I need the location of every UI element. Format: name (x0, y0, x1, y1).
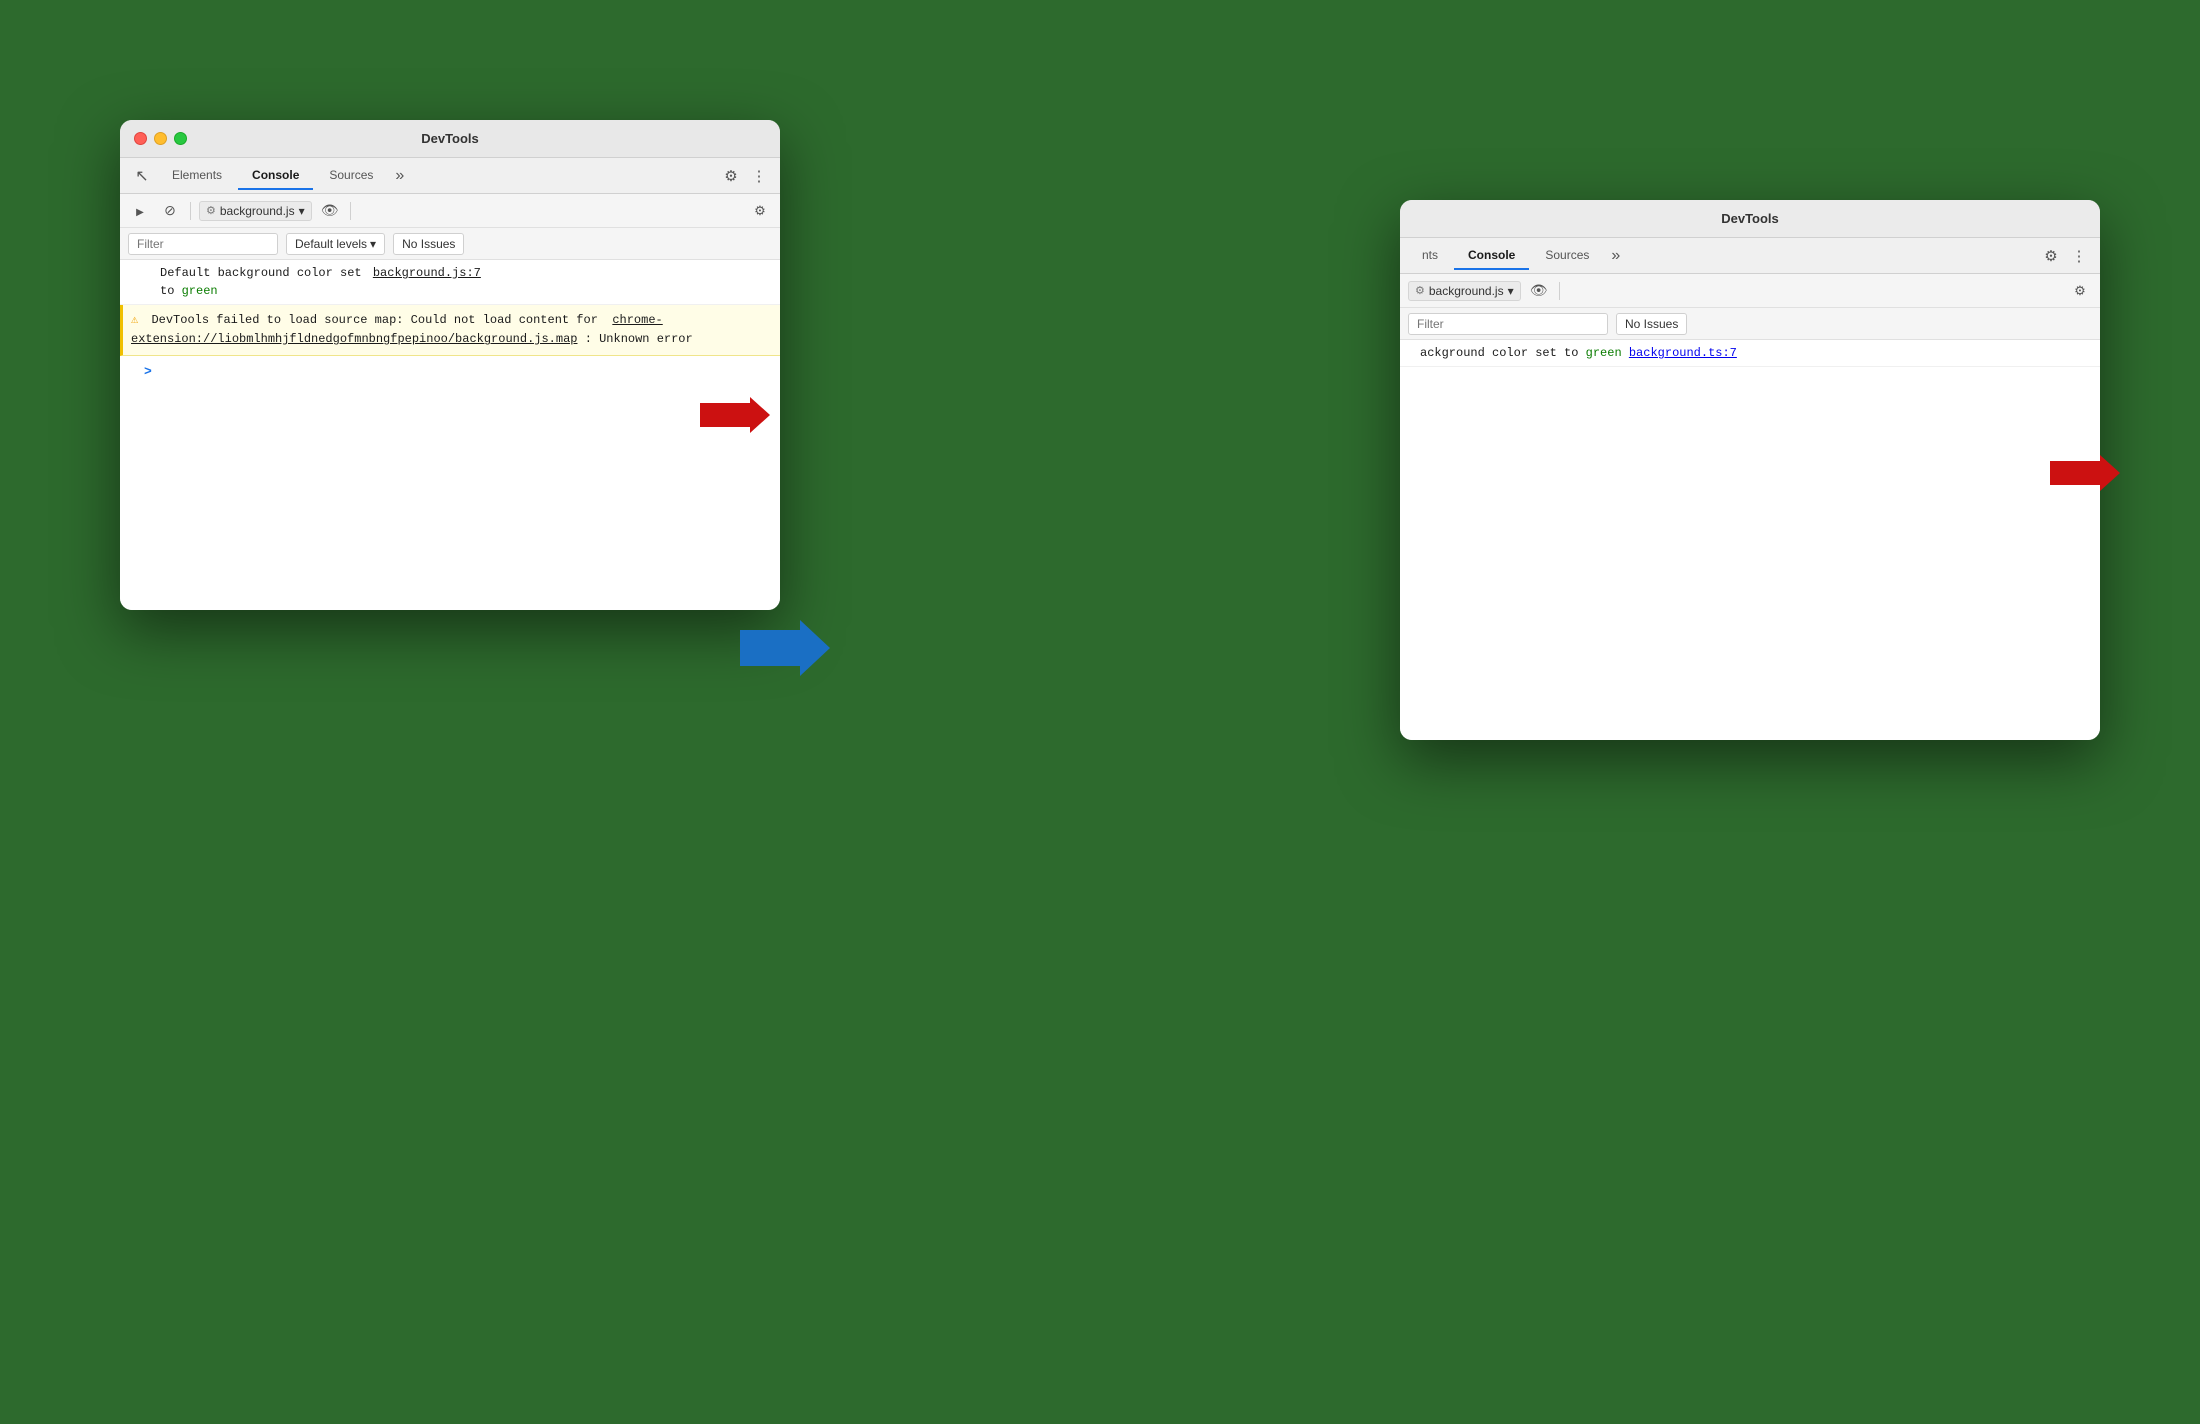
log-text-to: to (160, 282, 182, 300)
no-issues-button[interactable]: No Issues (393, 233, 464, 255)
right-titlebar: DevTools (1400, 200, 2100, 238)
levels-dropdown-icon (370, 237, 376, 251)
right-log-link[interactable]: background.ts:7 (1629, 344, 1737, 362)
left-toolbar: background.js 👁 (120, 194, 780, 228)
right-toolbar-divider (1559, 282, 1560, 300)
run-button[interactable] (128, 199, 152, 223)
cursor-icon (135, 166, 148, 186)
toolbar-gear-button[interactable] (748, 199, 772, 223)
right-log-text-before: ackground color set to (1420, 344, 1586, 362)
console-prompt[interactable]: > (120, 356, 780, 387)
right-gear-icon (2044, 247, 2057, 265)
left-devtools-window: DevTools Elements Console Sources » (120, 120, 780, 610)
prompt-caret: > (144, 364, 152, 379)
right-toolbar: background.js 👁 (1400, 274, 2100, 308)
right-toolbar-gear-button[interactable] (2068, 279, 2092, 303)
right-tab-sources[interactable]: Sources (1531, 242, 1603, 270)
right-console-log-entry: ackground color set to green background.… (1400, 340, 2100, 367)
right-tab-elements-partial[interactable]: nts (1408, 242, 1452, 270)
close-button[interactable] (134, 132, 147, 145)
right-dropdown-arrow-icon (1508, 284, 1514, 298)
console-warning-entry: ⚠ DevTools failed to load source map: Co… (120, 305, 780, 356)
log-line-2: to green (160, 282, 218, 300)
right-file-selector[interactable]: background.js (1408, 281, 1521, 301)
blue-arrow-container (740, 620, 830, 681)
tab-elements[interactable]: Elements (158, 162, 236, 190)
right-tabbar: nts Console Sources » (1400, 238, 2100, 274)
right-eye-icon: 👁 (1530, 282, 1548, 299)
window-title: DevTools (421, 131, 479, 146)
dots-icon (752, 167, 767, 185)
right-devtools-window: DevTools nts Console Sources » (1400, 200, 2100, 740)
right-gear-icon-2 (2074, 283, 2086, 299)
right-log-green-word: green (1586, 344, 1622, 362)
levels-label: Default levels (295, 237, 367, 251)
right-filter-input[interactable] (1408, 313, 1608, 335)
console-log-entry-1: Default background color set background.… (120, 260, 780, 305)
traffic-lights (134, 132, 187, 145)
log-green-word: green (182, 282, 218, 300)
more-options-button[interactable] (746, 163, 772, 189)
right-console-content: ackground color set to green background.… (1400, 340, 2100, 740)
right-settings-button[interactable] (2038, 243, 2064, 269)
left-titlebar: DevTools (120, 120, 780, 158)
ban-icon (164, 202, 176, 219)
filter-input[interactable] (128, 233, 278, 255)
default-levels-button[interactable]: Default levels (286, 233, 385, 255)
eye-button[interactable]: 👁 (318, 199, 342, 223)
log-text-before: Default background color set (160, 264, 369, 282)
settings-button[interactable] (718, 163, 744, 189)
left-filterbar: Default levels No Issues (120, 228, 780, 260)
warning-text-after: : Unknown error (585, 332, 693, 346)
warning-text-before: DevTools failed to load source map: Coul… (151, 313, 605, 327)
maximize-button[interactable] (174, 132, 187, 145)
tab-sources[interactable]: Sources (315, 162, 387, 190)
more-tabs-button[interactable]: » (389, 167, 410, 185)
clear-button[interactable] (158, 199, 182, 223)
right-issues-label: No Issues (1625, 317, 1678, 331)
right-tab-console[interactable]: Console (1454, 242, 1529, 270)
tab-console[interactable]: Console (238, 162, 313, 190)
right-more-options-button[interactable] (2066, 243, 2092, 269)
gear-icon-2 (754, 203, 766, 219)
right-more-tabs-button[interactable]: » (1605, 247, 1626, 265)
right-file-cog-icon (1415, 284, 1425, 297)
right-file-name: background.js (1429, 284, 1504, 298)
log-link-1[interactable]: background.js:7 (373, 264, 481, 282)
right-no-issues-button[interactable]: No Issues (1616, 313, 1687, 335)
scene: DevTools Elements Console Sources » (0, 0, 2200, 1424)
file-selector[interactable]: background.js (199, 201, 312, 221)
gear-icon (724, 167, 737, 185)
toolbar-divider-2 (350, 202, 351, 220)
right-eye-button[interactable]: 👁 (1527, 279, 1551, 303)
right-dots-icon (2072, 247, 2087, 265)
issues-label: No Issues (402, 237, 455, 251)
left-tabbar: Elements Console Sources » (120, 158, 780, 194)
red-arrow-left (700, 397, 770, 438)
left-console-content: Default background color set background.… (120, 260, 780, 610)
warning-icon: ⚠ (131, 313, 138, 327)
right-filterbar: No Issues (1400, 308, 2100, 340)
file-name: background.js (220, 204, 295, 218)
dropdown-arrow-icon (299, 204, 305, 218)
minimize-button[interactable] (154, 132, 167, 145)
toolbar-divider (190, 202, 191, 220)
eye-icon: 👁 (321, 202, 339, 219)
inspect-element-button[interactable] (128, 162, 156, 190)
right-window-title: DevTools (1721, 211, 1779, 226)
play-icon (136, 203, 144, 218)
file-cog-icon (206, 204, 216, 217)
red-arrow-right (2050, 455, 2120, 496)
log-line-1: Default background color set background.… (160, 264, 481, 282)
